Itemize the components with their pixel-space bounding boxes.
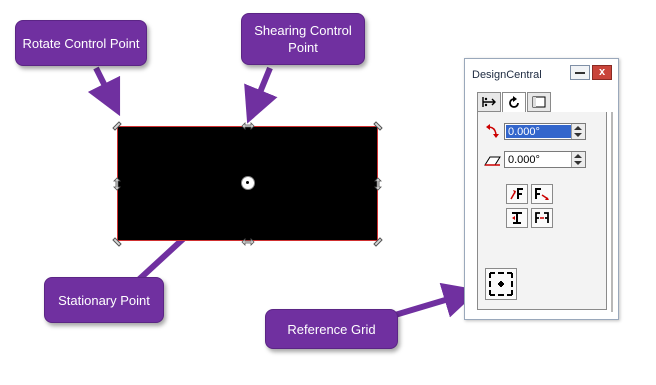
rotate-angle-input[interactable]	[506, 125, 574, 138]
scale-tab-icon	[532, 96, 546, 108]
rotate-handle-top-right[interactable]	[372, 120, 384, 132]
panel-tabs	[477, 92, 552, 113]
rotate-handle-top-left[interactable]	[111, 120, 123, 132]
flip-vertical-icon	[512, 212, 522, 224]
stationary-callout-text: Stationary Point	[58, 292, 150, 308]
flip-horizontal-button[interactable]	[531, 208, 553, 228]
rotate-handle-bottom-right[interactable]	[372, 236, 384, 248]
rotate-tab-icon	[509, 95, 519, 108]
tab-rotate[interactable]	[502, 92, 526, 113]
flip-vertical-button[interactable]	[506, 208, 528, 228]
rotate-90-left-button[interactable]	[506, 184, 528, 204]
panel-scroll-edge[interactable]	[611, 112, 613, 312]
shearing-callout-text: Shearing Control Point	[254, 23, 352, 55]
reference-grid-button[interactable]	[485, 268, 517, 300]
panel-minimize-button[interactable]	[570, 65, 590, 80]
shear-angle-spin[interactable]	[571, 152, 585, 167]
shear-handle-right[interactable]	[372, 177, 384, 191]
shearing-callout: Shearing Control Point	[241, 13, 365, 65]
rotate-90-right-icon	[535, 188, 549, 200]
rotate-arrow	[87, 66, 121, 117]
shear-handle-bottom[interactable]	[241, 236, 255, 248]
rotate-angle-spin[interactable]	[571, 124, 585, 139]
rotate-handle-bottom-left[interactable]	[111, 236, 123, 248]
reference-grid-callout-text: Reference Grid	[287, 321, 376, 337]
rotate-callout-text: Rotate Control Point	[22, 35, 140, 51]
shear-angle-stepper[interactable]	[504, 151, 586, 168]
rotate-90-left-icon	[510, 188, 523, 200]
reference-grid-icon	[489, 272, 513, 296]
shear-handle-left[interactable]	[111, 177, 123, 191]
reference-grid-callout: Reference Grid	[265, 309, 398, 349]
rotate-angle-icon	[486, 124, 499, 138]
panel-title: DesignCentral	[472, 69, 542, 81]
stationary-point[interactable]	[241, 176, 255, 190]
reference-grid-arrow	[394, 282, 480, 318]
rotate-90-right-button[interactable]	[531, 184, 553, 204]
panel-close-button[interactable]: x	[592, 65, 612, 80]
shear-angle-input[interactable]	[506, 153, 574, 166]
rotate-callout: Rotate Control Point	[15, 20, 147, 66]
stationary-callout: Stationary Point	[44, 277, 164, 323]
shear-angle-icon	[484, 156, 501, 166]
move-tab-icon	[482, 97, 496, 107]
shearing-arrow	[244, 66, 278, 124]
rotate-angle-stepper[interactable]	[504, 123, 586, 140]
flip-horizontal-icon	[535, 212, 549, 223]
tab-move[interactable]	[477, 92, 501, 112]
shear-handle-top[interactable]	[241, 120, 255, 132]
tab-scale[interactable]	[527, 92, 551, 112]
